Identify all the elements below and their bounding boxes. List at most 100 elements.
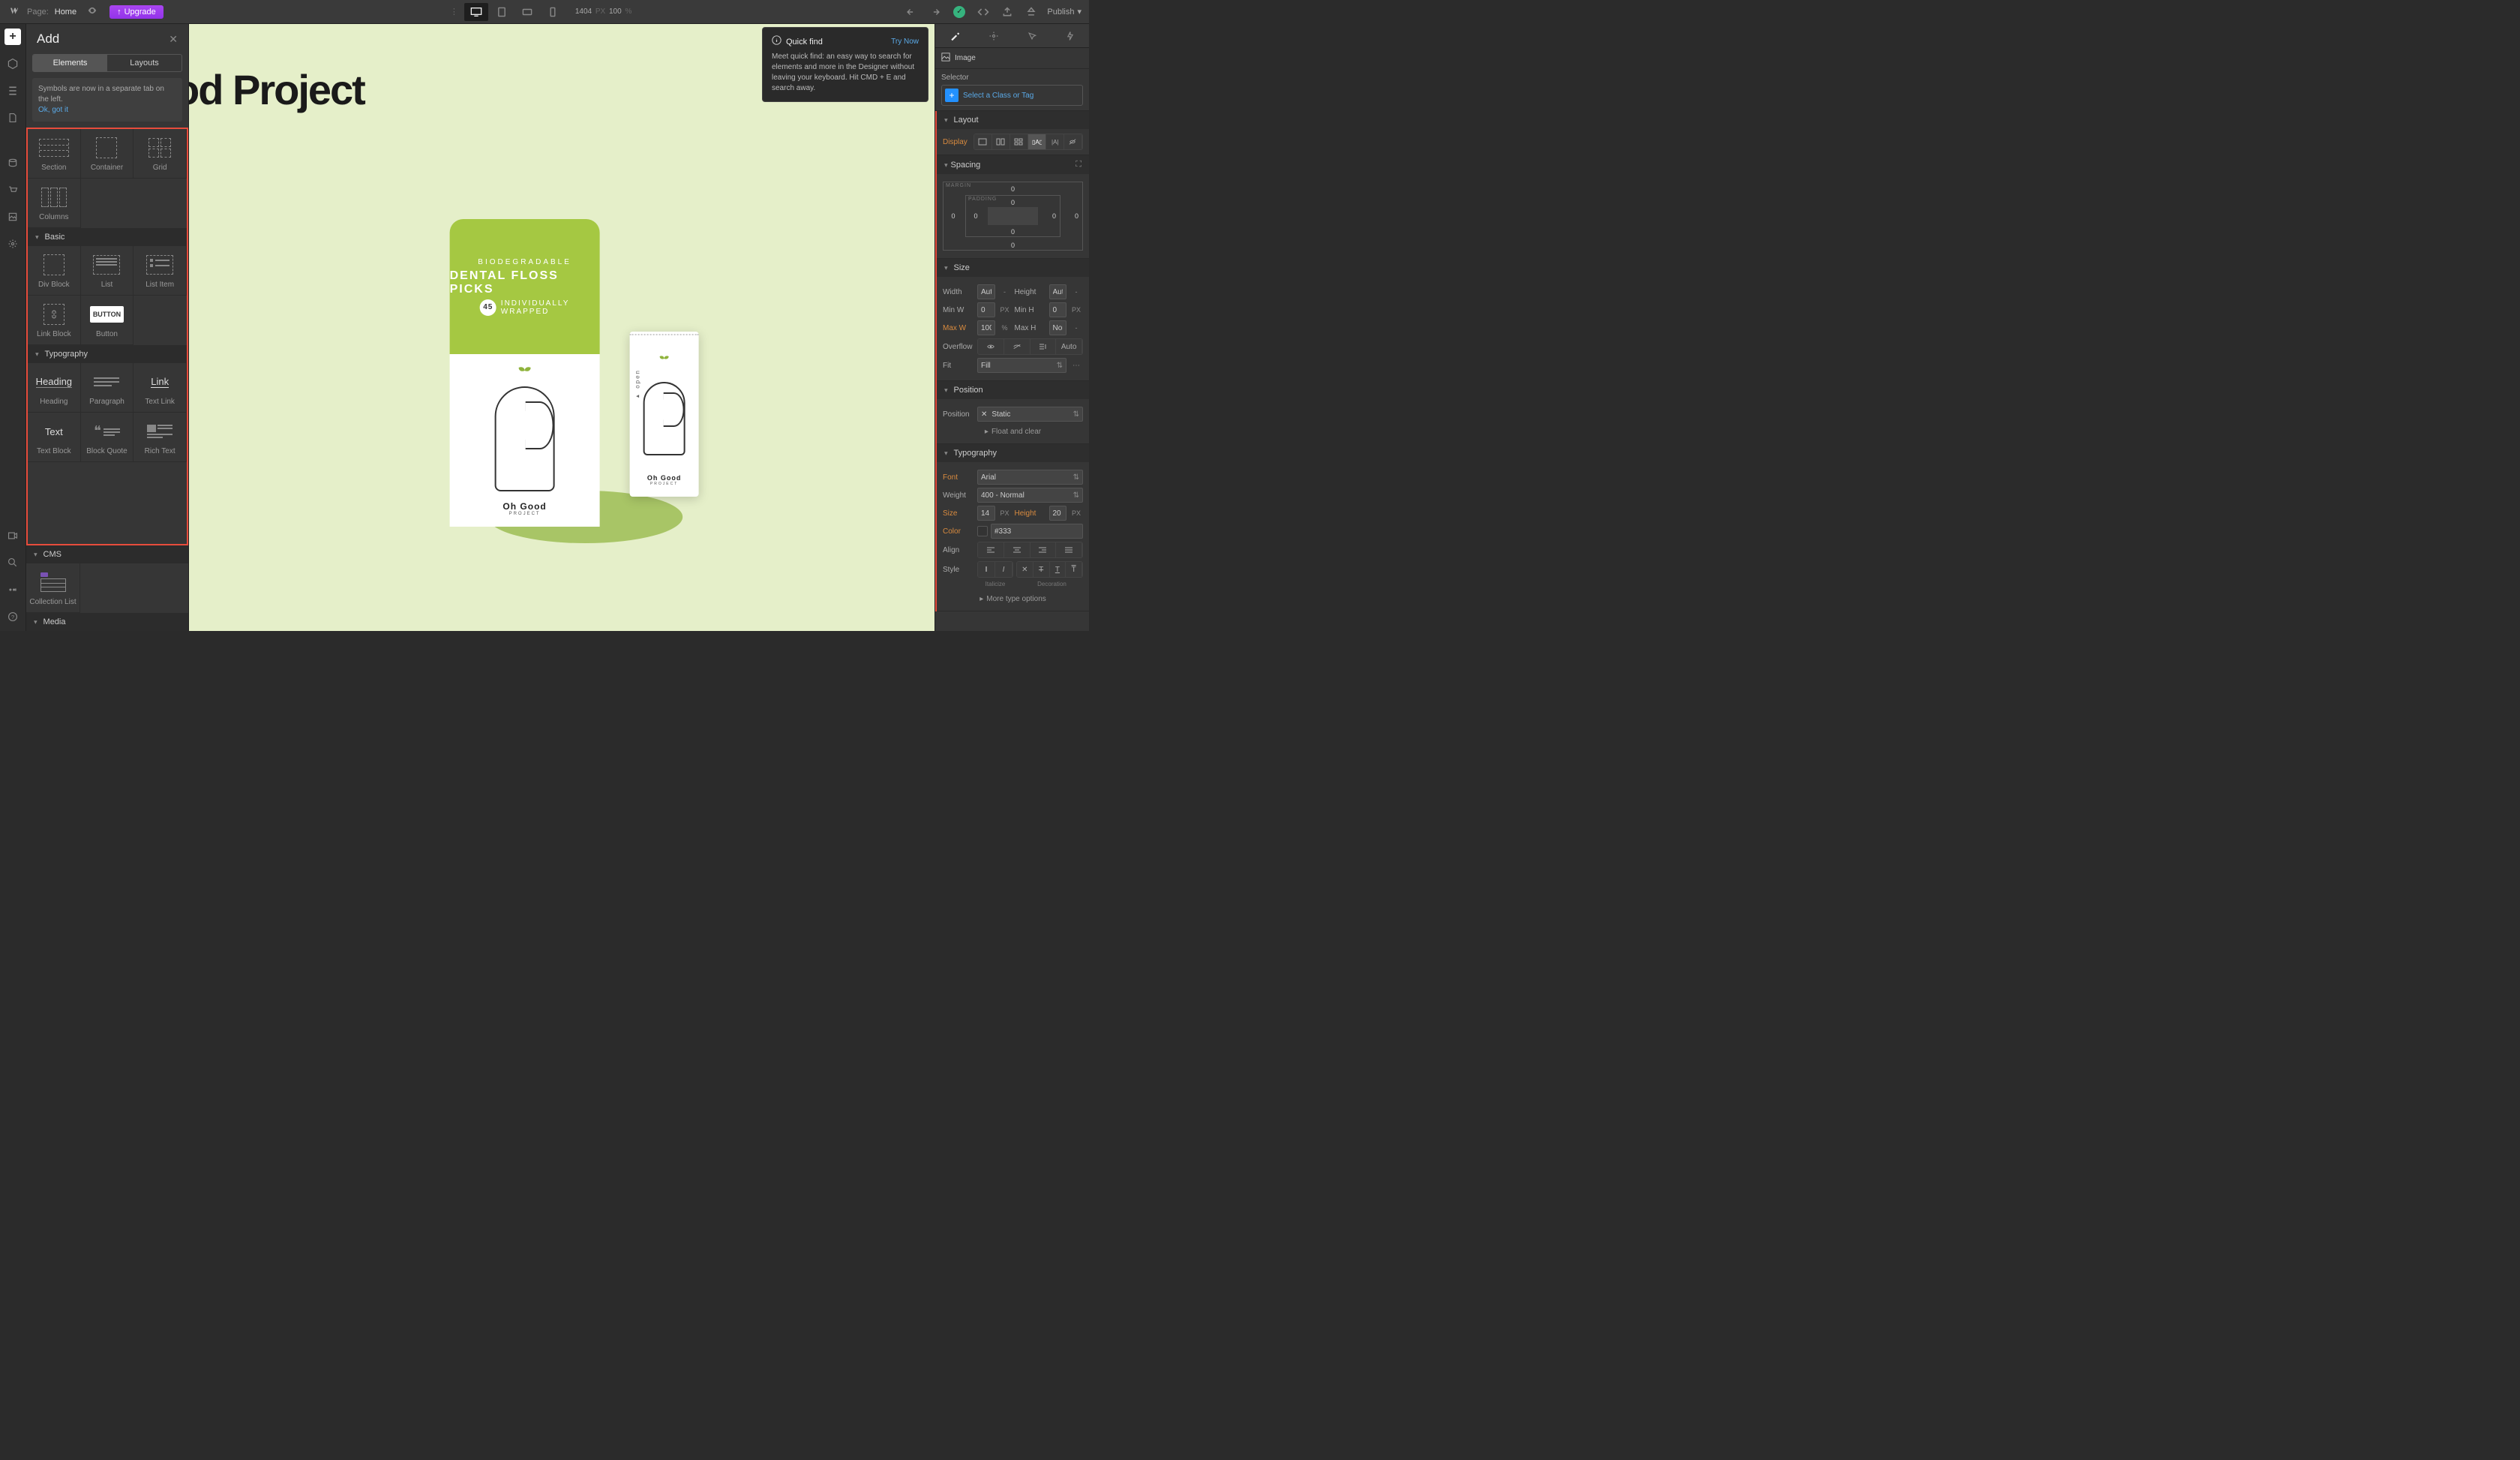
padding-bottom[interactable]: 0 bbox=[1011, 228, 1015, 236]
align-center[interactable] bbox=[1004, 542, 1030, 557]
help-icon[interactable]: ? bbox=[4, 608, 21, 625]
element-text-link[interactable]: LinkText Link bbox=[134, 363, 187, 413]
style-tab-icon[interactable] bbox=[950, 31, 960, 41]
padding-left[interactable]: 0 bbox=[974, 212, 977, 220]
redo-icon[interactable] bbox=[927, 4, 944, 20]
section-typography[interactable]: Typography bbox=[28, 345, 187, 363]
display-inline-block[interactable]: ▯A▯ bbox=[1028, 134, 1046, 149]
element-list[interactable]: List bbox=[81, 246, 134, 296]
deco-underline[interactable]: T bbox=[1050, 562, 1066, 577]
deco-strike[interactable]: T bbox=[1034, 562, 1050, 577]
maxw-unit[interactable]: % bbox=[998, 324, 1012, 332]
typography-section-header[interactable]: Typography bbox=[937, 444, 1089, 462]
status-check-icon[interactable]: ✓ bbox=[951, 4, 968, 20]
line-height-unit[interactable]: PX bbox=[1070, 509, 1083, 517]
notice-dismiss-link[interactable]: Ok, got it bbox=[38, 106, 68, 114]
margin-bottom[interactable]: 0 bbox=[1011, 242, 1015, 249]
design-canvas[interactable]: od Project BIODEGRADABLE DENTAL FLOSS PI… bbox=[189, 24, 934, 631]
page-heading[interactable]: od Project bbox=[189, 65, 364, 114]
width-input[interactable] bbox=[977, 284, 995, 299]
pages-icon[interactable] bbox=[4, 110, 21, 126]
element-text-block[interactable]: TextText Block bbox=[28, 413, 81, 462]
element-button[interactable]: BUTTONButton bbox=[81, 296, 134, 345]
spacing-section-header[interactable]: Spacing⛶ bbox=[937, 155, 1089, 174]
deco-overline[interactable]: T bbox=[1066, 562, 1082, 577]
code-icon[interactable] bbox=[975, 4, 992, 20]
color-input[interactable] bbox=[991, 524, 1083, 539]
share-icon[interactable] bbox=[1023, 4, 1040, 20]
text-size-unit[interactable]: PX bbox=[998, 509, 1012, 517]
element-link-block[interactable]: Link Block bbox=[28, 296, 81, 345]
section-media[interactable]: Media bbox=[26, 613, 188, 631]
minh-unit[interactable]: PX bbox=[1070, 306, 1083, 314]
style-manager-tab-icon[interactable] bbox=[1027, 31, 1037, 41]
fit-more-icon[interactable]: ⋯ bbox=[1070, 362, 1083, 370]
minw-input[interactable] bbox=[977, 302, 995, 317]
settings-tab-icon[interactable] bbox=[988, 31, 999, 41]
overflow-scroll[interactable] bbox=[1030, 339, 1057, 354]
drag-handle-icon[interactable]: ⋮ bbox=[450, 7, 458, 17]
element-columns[interactable]: Columns bbox=[28, 179, 81, 228]
settings-icon[interactable] bbox=[4, 236, 21, 252]
export-icon[interactable] bbox=[999, 4, 1016, 20]
display-none[interactable] bbox=[1064, 134, 1082, 149]
section-basic[interactable]: Basic bbox=[28, 228, 187, 246]
undo-icon[interactable] bbox=[903, 4, 920, 20]
class-selector-input[interactable]: + Select a Class or Tag bbox=[941, 85, 1083, 106]
style-normal[interactable]: I bbox=[978, 562, 995, 577]
spacing-editor[interactable]: MARGIN PADDING 0 0 0 0 0 0 0 0 bbox=[943, 182, 1083, 251]
assets-icon[interactable] bbox=[4, 209, 21, 225]
element-collection-list[interactable]: Collection List bbox=[26, 563, 80, 613]
tab-layouts[interactable]: Layouts bbox=[107, 55, 182, 71]
overflow-auto[interactable]: Auto bbox=[1056, 339, 1082, 354]
deco-none[interactable]: ✕ bbox=[1017, 562, 1034, 577]
minh-input[interactable] bbox=[1049, 302, 1067, 317]
close-icon[interactable]: ✕ bbox=[169, 33, 178, 46]
display-inline[interactable]: |A| bbox=[1046, 134, 1064, 149]
width-unit[interactable]: - bbox=[998, 288, 1012, 296]
product-sachet[interactable]: ▸ open Oh Good PROJECT bbox=[630, 332, 699, 497]
style-italic[interactable]: I bbox=[995, 562, 1012, 577]
add-elements-icon[interactable]: + bbox=[4, 29, 21, 45]
margin-right[interactable]: 0 bbox=[1075, 212, 1078, 220]
height-input[interactable] bbox=[1049, 284, 1067, 299]
overflow-visible[interactable] bbox=[978, 339, 1004, 354]
align-right[interactable] bbox=[1030, 542, 1057, 557]
minw-unit[interactable]: PX bbox=[998, 306, 1012, 314]
element-paragraph[interactable]: Paragraph bbox=[81, 363, 134, 413]
device-mobile-button[interactable] bbox=[541, 3, 565, 21]
element-section[interactable]: Section bbox=[28, 129, 81, 179]
padding-top[interactable]: 0 bbox=[1011, 199, 1015, 206]
device-tablet-button[interactable] bbox=[490, 3, 514, 21]
layout-section-header[interactable]: Layout bbox=[937, 111, 1089, 129]
symbols-icon[interactable] bbox=[4, 56, 21, 72]
search-icon[interactable] bbox=[4, 554, 21, 571]
line-height-input[interactable] bbox=[1049, 506, 1067, 521]
product-tube[interactable]: BIODEGRADABLE DENTAL FLOSS PICKS 45 INDI… bbox=[450, 219, 600, 497]
display-grid[interactable] bbox=[1010, 134, 1028, 149]
fit-select[interactable]: Fill⇅ bbox=[977, 358, 1066, 373]
video-help-icon[interactable] bbox=[4, 527, 21, 544]
margin-left[interactable]: 0 bbox=[951, 212, 955, 220]
display-flex[interactable] bbox=[992, 134, 1010, 149]
webflow-logo-icon[interactable] bbox=[6, 5, 21, 20]
ecommerce-icon[interactable] bbox=[4, 182, 21, 198]
maxw-input[interactable] bbox=[977, 320, 995, 335]
element-list-item[interactable]: List Item bbox=[134, 246, 187, 296]
try-now-link[interactable]: Try Now bbox=[891, 37, 919, 47]
section-cms[interactable]: CMS bbox=[26, 545, 188, 563]
maxh-input[interactable] bbox=[1049, 320, 1067, 335]
upgrade-button[interactable]: ↑ Upgrade bbox=[110, 5, 164, 19]
element-rich-text[interactable]: Rich Text bbox=[134, 413, 187, 462]
publish-button[interactable]: Publish ▾ bbox=[1047, 7, 1082, 17]
element-block-quote[interactable]: ❝Block Quote bbox=[81, 413, 134, 462]
element-heading[interactable]: HeadingHeading bbox=[28, 363, 81, 413]
float-clear-toggle[interactable]: ▸Float and clear bbox=[943, 425, 1083, 439]
tab-elements[interactable]: Elements bbox=[33, 55, 107, 71]
interactions-tab-icon[interactable] bbox=[1066, 31, 1075, 41]
display-block[interactable] bbox=[974, 134, 992, 149]
device-desktop-button[interactable] bbox=[464, 3, 488, 21]
text-size-input[interactable] bbox=[977, 506, 995, 521]
device-tablet-landscape-button[interactable] bbox=[515, 3, 539, 21]
align-left[interactable] bbox=[978, 542, 1004, 557]
